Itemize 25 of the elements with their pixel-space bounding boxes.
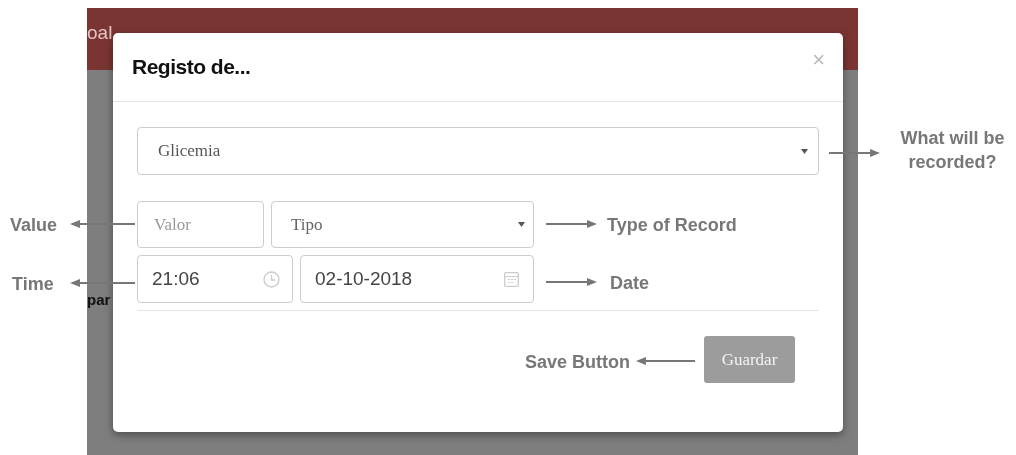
value-field[interactable]: Valor xyxy=(137,201,264,248)
dialog-title: Registo de... xyxy=(132,55,251,79)
annotation-label: Date xyxy=(610,272,649,295)
date-field[interactable]: 02-10-2018 xyxy=(300,255,534,303)
record-select[interactable]: Glicemia xyxy=(137,127,819,175)
annotation-label: Save Button xyxy=(524,351,630,374)
select-value: Glicemia xyxy=(158,141,221,161)
annotation-label: Time xyxy=(12,273,54,296)
annotation-label: Type of Record xyxy=(607,214,737,237)
annotation-arrow xyxy=(546,219,597,229)
date-value: 02-10-2018 xyxy=(315,268,413,290)
page-text: par xyxy=(87,291,111,308)
select-placeholder: Tipo xyxy=(291,214,323,235)
annotation-label: What will be recorded? xyxy=(899,127,1006,174)
time-value: 21:06 xyxy=(152,268,200,290)
caret-icon xyxy=(518,222,525,227)
annotation-arrow xyxy=(546,277,597,287)
calendar-icon xyxy=(504,271,519,287)
time-field[interactable]: 21:06 xyxy=(137,255,293,303)
clock-icon xyxy=(263,270,280,288)
annotation-label: Value xyxy=(10,214,58,237)
caret-icon xyxy=(801,148,808,154)
annotation-arrow xyxy=(636,356,695,366)
type-select[interactable]: Tipo xyxy=(271,201,534,248)
nav-link[interactable]: oal xyxy=(87,22,113,44)
